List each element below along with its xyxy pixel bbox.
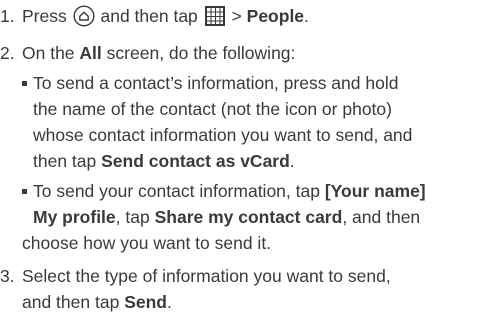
step-number: 1. (0, 6, 15, 26)
send-contact-as-vcard-label: Send contact as vCard (101, 151, 290, 171)
bullet-text-line: whose contact information you want to se… (33, 125, 413, 145)
share-my-contact-card-label: Share my contact card (154, 207, 343, 227)
bullet-item: To send your contact information, tap [Y… (22, 178, 482, 230)
step-text: . (166, 292, 172, 312)
your-name-label: [Your name] (324, 181, 426, 201)
step-text: Select the type of information you want … (22, 266, 391, 286)
step-2: 2. On the All screen, do the following: (0, 40, 295, 66)
step-number: 2. (0, 43, 15, 63)
step-1: 1. Press and then tap > People. (0, 3, 309, 29)
bullet-text-line: the name of the contact (not the icon or… (33, 99, 392, 119)
all-apps-grid-icon (204, 6, 225, 26)
step-text: screen, do the following: (106, 43, 296, 63)
bullet-marker (22, 81, 27, 86)
bullet-text: , tap (115, 207, 150, 227)
bullet-text-line: To send your contact information, tap [Y… (33, 178, 482, 204)
bullet-text: , and then (342, 207, 421, 227)
bullet-text-line: To send a contact’s information, press a… (33, 73, 399, 93)
bullet-item: To send a contact’s information, press a… (22, 70, 482, 174)
step-text: On the (22, 43, 75, 63)
bullet-continuation: choose how you want to send it. (22, 230, 271, 256)
bullet-text-line: then tap Send contact as vCard. (33, 148, 482, 174)
step-text: and then tap (22, 292, 120, 312)
home-button-icon (73, 5, 95, 27)
bullet-text: choose how you want to send it. (22, 233, 272, 253)
instructions-document: 1. Press and then tap > People. 2. On th… (0, 0, 487, 312)
bullet-text-line: My profile, tap Share my contact card, a… (33, 204, 482, 230)
step-text: > (231, 6, 242, 26)
bullet-text: . (289, 151, 295, 171)
bullet-text: then tap (33, 151, 97, 171)
my-profile-label: My profile (33, 207, 116, 227)
send-label: Send (124, 292, 167, 312)
all-label: All (79, 43, 102, 63)
step-text: Press (22, 6, 67, 26)
bullet-marker (22, 189, 27, 194)
step-text: . (304, 6, 309, 26)
bullet-text: To send your contact information, tap (33, 181, 320, 201)
step-3-line-2: and then tap Send. (22, 289, 172, 315)
step-number: 3. (0, 266, 15, 286)
people-label: People (246, 6, 305, 26)
step-text: and then tap (100, 6, 198, 26)
step-3: 3. Select the type of information you wan… (0, 263, 391, 289)
